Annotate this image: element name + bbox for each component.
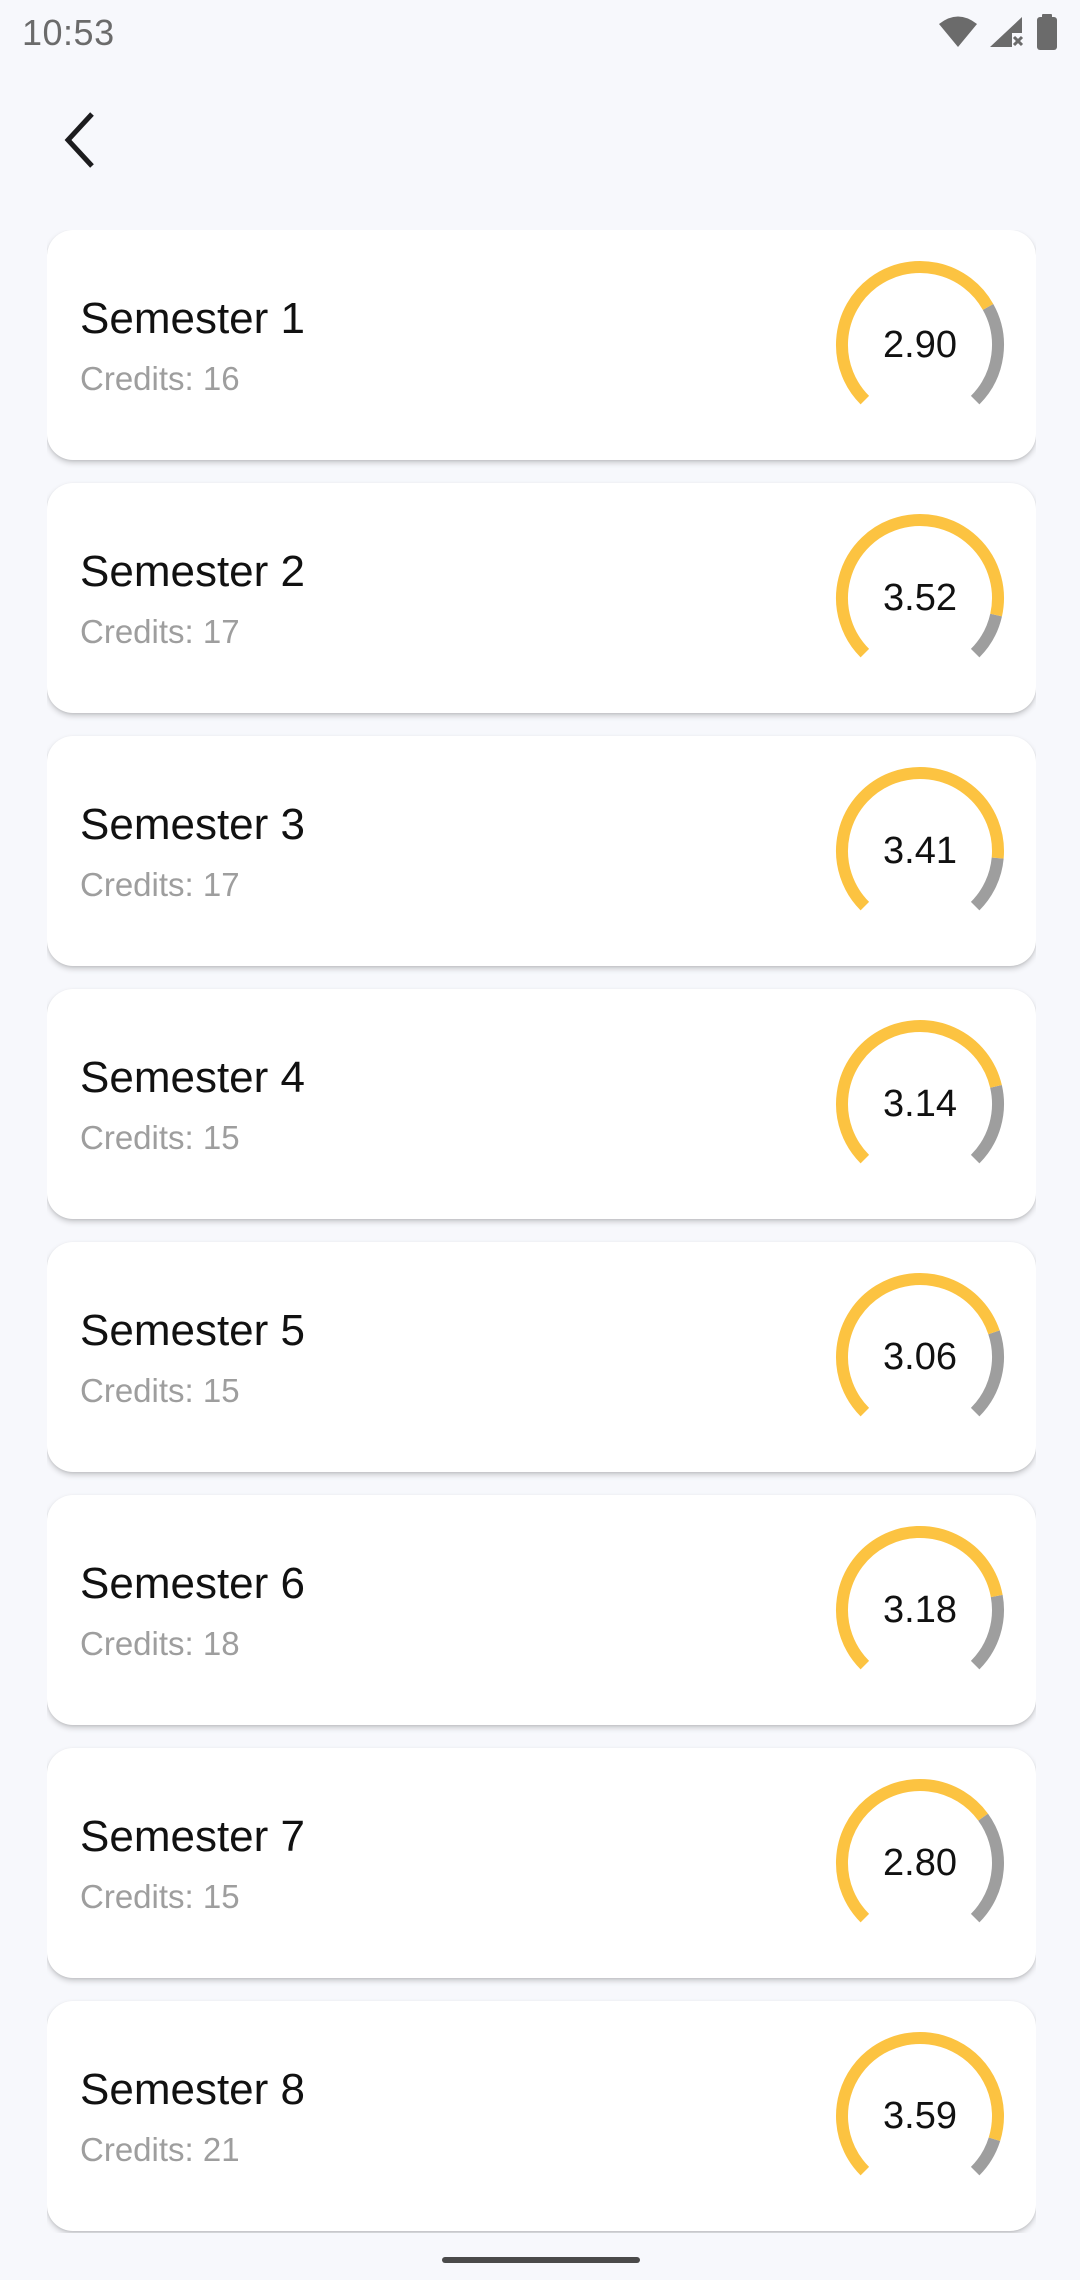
semester-card-3[interactable]: Semester 3 Credits: 17 3.41 — [47, 736, 1036, 966]
semester-card-6[interactable]: Semester 6 Credits: 18 3.18 — [47, 1495, 1036, 1725]
gpa-value: 3.14 — [883, 1082, 957, 1125]
semester-card-1[interactable]: Semester 1 Credits: 16 2.90 — [47, 230, 1036, 460]
semester-card-8[interactable]: Semester 8 Credits: 21 3.59 — [47, 2001, 1036, 2231]
gpa-gauge: 3.06 — [832, 1269, 1008, 1445]
gpa-gauge: 3.52 — [832, 510, 1008, 686]
gpa-value: 3.52 — [883, 576, 957, 619]
chevron-left-icon — [64, 112, 94, 168]
gpa-value: 3.18 — [883, 1588, 957, 1631]
gpa-gauge: 2.90 — [832, 257, 1008, 433]
semester-credits: Credits: 21 — [80, 2131, 240, 2168]
home-indicator[interactable] — [442, 2257, 640, 2263]
gpa-value: 2.90 — [883, 323, 957, 366]
semester-card-2[interactable]: Semester 2 Credits: 17 3.52 — [47, 483, 1036, 713]
semester-title: Semester 1 — [80, 294, 305, 343]
gpa-gauge: 3.18 — [832, 1522, 1008, 1698]
status-bar: 10:53 — [0, 0, 1080, 66]
gpa-value: 3.06 — [883, 1335, 957, 1378]
semester-card-4[interactable]: Semester 4 Credits: 15 3.14 — [47, 989, 1036, 1219]
gpa-value: 3.59 — [883, 2094, 957, 2137]
gpa-gauge: 3.41 — [832, 763, 1008, 939]
semester-title: Semester 4 — [80, 1053, 305, 1102]
wifi-icon — [938, 15, 978, 49]
semester-title: Semester 6 — [80, 1559, 305, 1608]
status-time: 10:53 — [22, 12, 115, 53]
semester-title: Semester 3 — [80, 800, 305, 849]
semester-list[interactable]: Semester 1 Credits: 16 2.90 Semester 2 C… — [47, 230, 1036, 2233]
semester-title: Semester 8 — [80, 2065, 305, 2114]
semester-credits: Credits: 16 — [80, 360, 240, 397]
semester-title: Semester 2 — [80, 547, 305, 596]
semester-credits: Credits: 17 — [80, 866, 240, 903]
semester-credits: Credits: 15 — [80, 1119, 240, 1156]
semester-credits: Credits: 15 — [80, 1372, 240, 1409]
battery-icon — [1036, 14, 1058, 50]
gpa-value: 2.80 — [883, 1841, 957, 1884]
gpa-gauge: 3.14 — [832, 1016, 1008, 1192]
gpa-value: 3.41 — [883, 829, 957, 872]
semester-credits: Credits: 15 — [80, 1878, 240, 1915]
back-button[interactable] — [44, 104, 116, 176]
semester-credits: Credits: 18 — [80, 1625, 240, 1662]
semester-card-5[interactable]: Semester 5 Credits: 15 3.06 — [47, 1242, 1036, 1472]
gpa-gauge: 3.59 — [832, 2028, 1008, 2204]
semester-title: Semester 7 — [80, 1812, 305, 1861]
gpa-gauge: 2.80 — [832, 1775, 1008, 1951]
semester-title: Semester 5 — [80, 1306, 305, 1355]
cell-signal-icon — [988, 15, 1026, 49]
status-icons — [938, 14, 1058, 50]
semester-card-7[interactable]: Semester 7 Credits: 15 2.80 — [47, 1748, 1036, 1978]
semester-credits: Credits: 17 — [80, 613, 240, 650]
